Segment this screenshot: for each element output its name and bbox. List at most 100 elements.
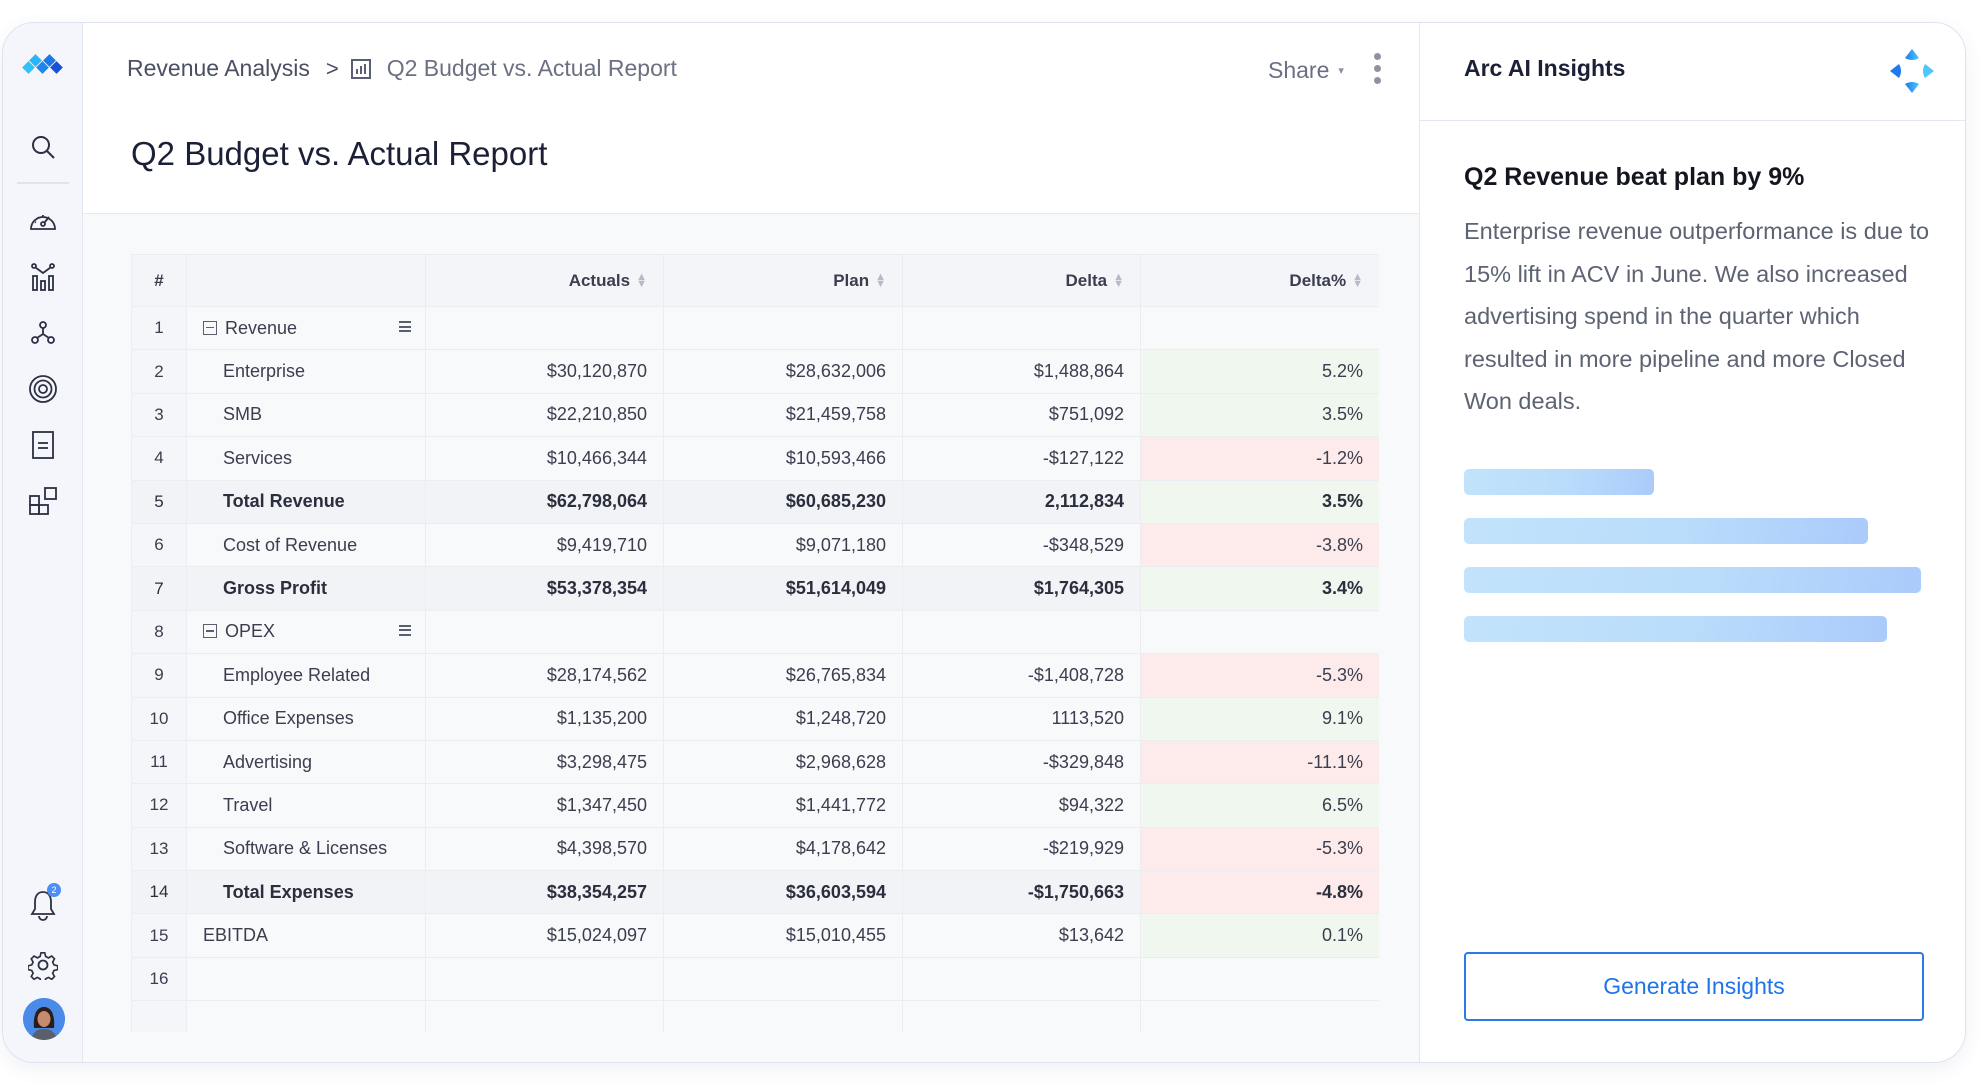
plan-cell[interactable]	[663, 1000, 903, 1032]
plan-cell[interactable]: $36,603,594	[663, 870, 903, 915]
delta-pct-cell[interactable]: -1.2%	[1140, 436, 1379, 481]
table-row[interactable]	[131, 1000, 1379, 1032]
delta-cell[interactable]	[902, 305, 1141, 351]
row-menu-icon[interactable]	[397, 624, 411, 636]
delta-cell[interactable]: -$219,929	[902, 826, 1141, 872]
delta-pct-cell[interactable]	[1140, 1000, 1379, 1032]
plan-cell[interactable]: $1,441,772	[663, 783, 903, 828]
plan-cell[interactable]: $9,071,180	[663, 522, 903, 568]
delta-pct-cell[interactable]: 9.1%	[1140, 696, 1379, 741]
breadcrumb-root-link[interactable]: Revenue Analysis	[127, 55, 310, 82]
actuals-cell[interactable]: $22,210,850	[425, 392, 664, 438]
plan-cell[interactable]: $51,614,049	[663, 566, 903, 611]
delta-cell[interactable]: -$348,529	[902, 522, 1141, 568]
ai-sparkle-icon[interactable]	[1886, 45, 1938, 97]
column-header-plan[interactable]: Plan ▲ ▼	[663, 254, 903, 307]
table-row[interactable]: 2 Enterprise $30,120,870 $28,632,006 $1,488,…	[131, 349, 1379, 394]
sort-icon[interactable]: ▲ ▼	[1352, 272, 1363, 290]
delta-cell[interactable]	[902, 609, 1141, 655]
table-row[interactable]: 11 Advertising $3,298,475 $2,968,628 -$329,8…	[131, 739, 1379, 785]
more-options-icon[interactable]	[1371, 53, 1383, 87]
collapse-icon[interactable]	[203, 320, 217, 335]
delta-pct-cell[interactable]	[1140, 609, 1379, 655]
plan-cell[interactable]	[663, 956, 903, 1002]
delta-pct-cell[interactable]: -3.8%	[1140, 522, 1379, 568]
chart-icon[interactable]	[27, 261, 59, 293]
actuals-cell[interactable]: $38,354,257	[425, 870, 664, 915]
actuals-cell[interactable]: $1,347,450	[425, 783, 664, 828]
delta-cell[interactable]: $751,092	[902, 392, 1141, 438]
delta-pct-cell[interactable]: 3.5%	[1140, 392, 1379, 438]
table-row[interactable]: 14 Total Expenses $38,354,257 $36,603,594 -$…	[131, 870, 1379, 915]
delta-cell[interactable]: -$1,408,728	[902, 653, 1141, 698]
column-header-delta[interactable]: Delta ▲ ▼	[902, 254, 1141, 307]
actuals-cell[interactable]: $3,298,475	[425, 739, 664, 785]
delta-pct-cell[interactable]: -5.3%	[1140, 653, 1379, 698]
delta-cell[interactable]: -$329,848	[902, 739, 1141, 785]
actuals-cell[interactable]: $9,419,710	[425, 522, 664, 568]
delta-cell[interactable]: 2,112,834	[902, 479, 1141, 524]
table-row[interactable]: 15 EBITDA $15,024,097 $15,010,455 $13,642 0.1…	[131, 913, 1379, 958]
sort-icon[interactable]: ▲ ▼	[636, 272, 647, 290]
actuals-cell[interactable]: $10,466,344	[425, 436, 664, 481]
plan-cell[interactable]: $10,593,466	[663, 436, 903, 481]
delta-cell[interactable]: -$127,122	[902, 436, 1141, 481]
actuals-cell[interactable]	[425, 956, 664, 1002]
gear-icon[interactable]	[27, 949, 59, 981]
delta-pct-cell[interactable]: 0.1%	[1140, 913, 1379, 958]
app-logo-icon[interactable]	[21, 49, 65, 81]
table-row[interactable]: 8 OPEX	[131, 609, 1379, 655]
delta-pct-cell[interactable]: -11.1%	[1140, 739, 1379, 785]
plan-cell[interactable]	[663, 609, 903, 655]
plan-cell[interactable]: $60,685,230	[663, 479, 903, 524]
actuals-cell[interactable]: $4,398,570	[425, 826, 664, 872]
actuals-cell[interactable]: $30,120,870	[425, 349, 664, 394]
plan-cell[interactable]: $26,765,834	[663, 653, 903, 698]
table-row[interactable]: 12 Travel $1,347,450 $1,441,772 $94,322 6.5%	[131, 783, 1379, 828]
plan-cell[interactable]: $21,459,758	[663, 392, 903, 438]
table-row[interactable]: 4 Services $10,466,344 $10,593,466 -$127,122…	[131, 436, 1379, 481]
plan-cell[interactable]: $2,968,628	[663, 739, 903, 785]
actuals-cell[interactable]	[425, 305, 664, 351]
delta-pct-cell[interactable]: 5.2%	[1140, 349, 1379, 394]
delta-cell[interactable]	[902, 1000, 1141, 1032]
collapse-icon[interactable]	[203, 624, 217, 639]
delta-cell[interactable]: 1113,520	[902, 696, 1141, 741]
delta-pct-cell[interactable]: 6.5%	[1140, 783, 1379, 828]
bell-icon[interactable]: 2	[27, 883, 61, 921]
share-button[interactable]: Share ▾	[1268, 57, 1344, 84]
column-header-delta-pct[interactable]: Delta% ▲ ▼	[1140, 254, 1379, 307]
actuals-cell[interactable]: $1,135,200	[425, 696, 664, 741]
table-row[interactable]: 6 Cost of Revenue $9,419,710 $9,071,180 -$34…	[131, 522, 1379, 568]
actuals-cell[interactable]: $53,378,354	[425, 566, 664, 611]
sort-icon[interactable]: ▲ ▼	[875, 272, 886, 290]
generate-insights-button[interactable]: Generate Insights	[1464, 952, 1924, 1021]
row-menu-icon[interactable]	[397, 321, 411, 332]
plan-cell[interactable]: $4,178,642	[663, 826, 903, 872]
delta-pct-cell[interactable]: 3.5%	[1140, 479, 1379, 524]
target-icon[interactable]	[27, 373, 59, 405]
actuals-cell[interactable]	[425, 609, 664, 655]
table-row[interactable]: 1 Revenue	[131, 305, 1379, 351]
actuals-cell[interactable]: $28,174,562	[425, 653, 664, 698]
table-row[interactable]: 3 SMB $22,210,850 $21,459,758 $751,092 3.5%	[131, 392, 1379, 438]
document-icon[interactable]	[27, 429, 59, 461]
user-avatar[interactable]	[23, 998, 65, 1040]
delta-pct-cell[interactable]: 3.4%	[1140, 566, 1379, 611]
delta-pct-cell[interactable]: -4.8%	[1140, 870, 1379, 915]
delta-cell[interactable]: -$1,750,663	[902, 870, 1141, 915]
plan-cell[interactable]	[663, 305, 903, 351]
table-row[interactable]: 10 Office Expenses $1,135,200 $1,248,720 111…	[131, 696, 1379, 741]
delta-pct-cell[interactable]: -5.3%	[1140, 826, 1379, 872]
table-row[interactable]: 7 Gross Profit $53,378,354 $51,614,049 $1,76…	[131, 566, 1379, 611]
actuals-cell[interactable]: $62,798,064	[425, 479, 664, 524]
delta-cell[interactable]: $1,764,305	[902, 566, 1141, 611]
sort-icon[interactable]: ▲ ▼	[1113, 272, 1124, 290]
grid-icon[interactable]	[27, 485, 59, 517]
table-row[interactable]: 5 Total Revenue $62,798,064 $60,685,230 2,11…	[131, 479, 1379, 524]
table-row[interactable]: 16	[131, 956, 1379, 1002]
table-row[interactable]: 13 Software & Licenses $4,398,570 $4,178,64…	[131, 826, 1379, 872]
table-row[interactable]: 9 Employee Related $28,174,562 $26,765,834-…	[131, 653, 1379, 698]
delta-pct-cell[interactable]	[1140, 956, 1379, 1002]
plan-cell[interactable]: $15,010,455	[663, 913, 903, 958]
